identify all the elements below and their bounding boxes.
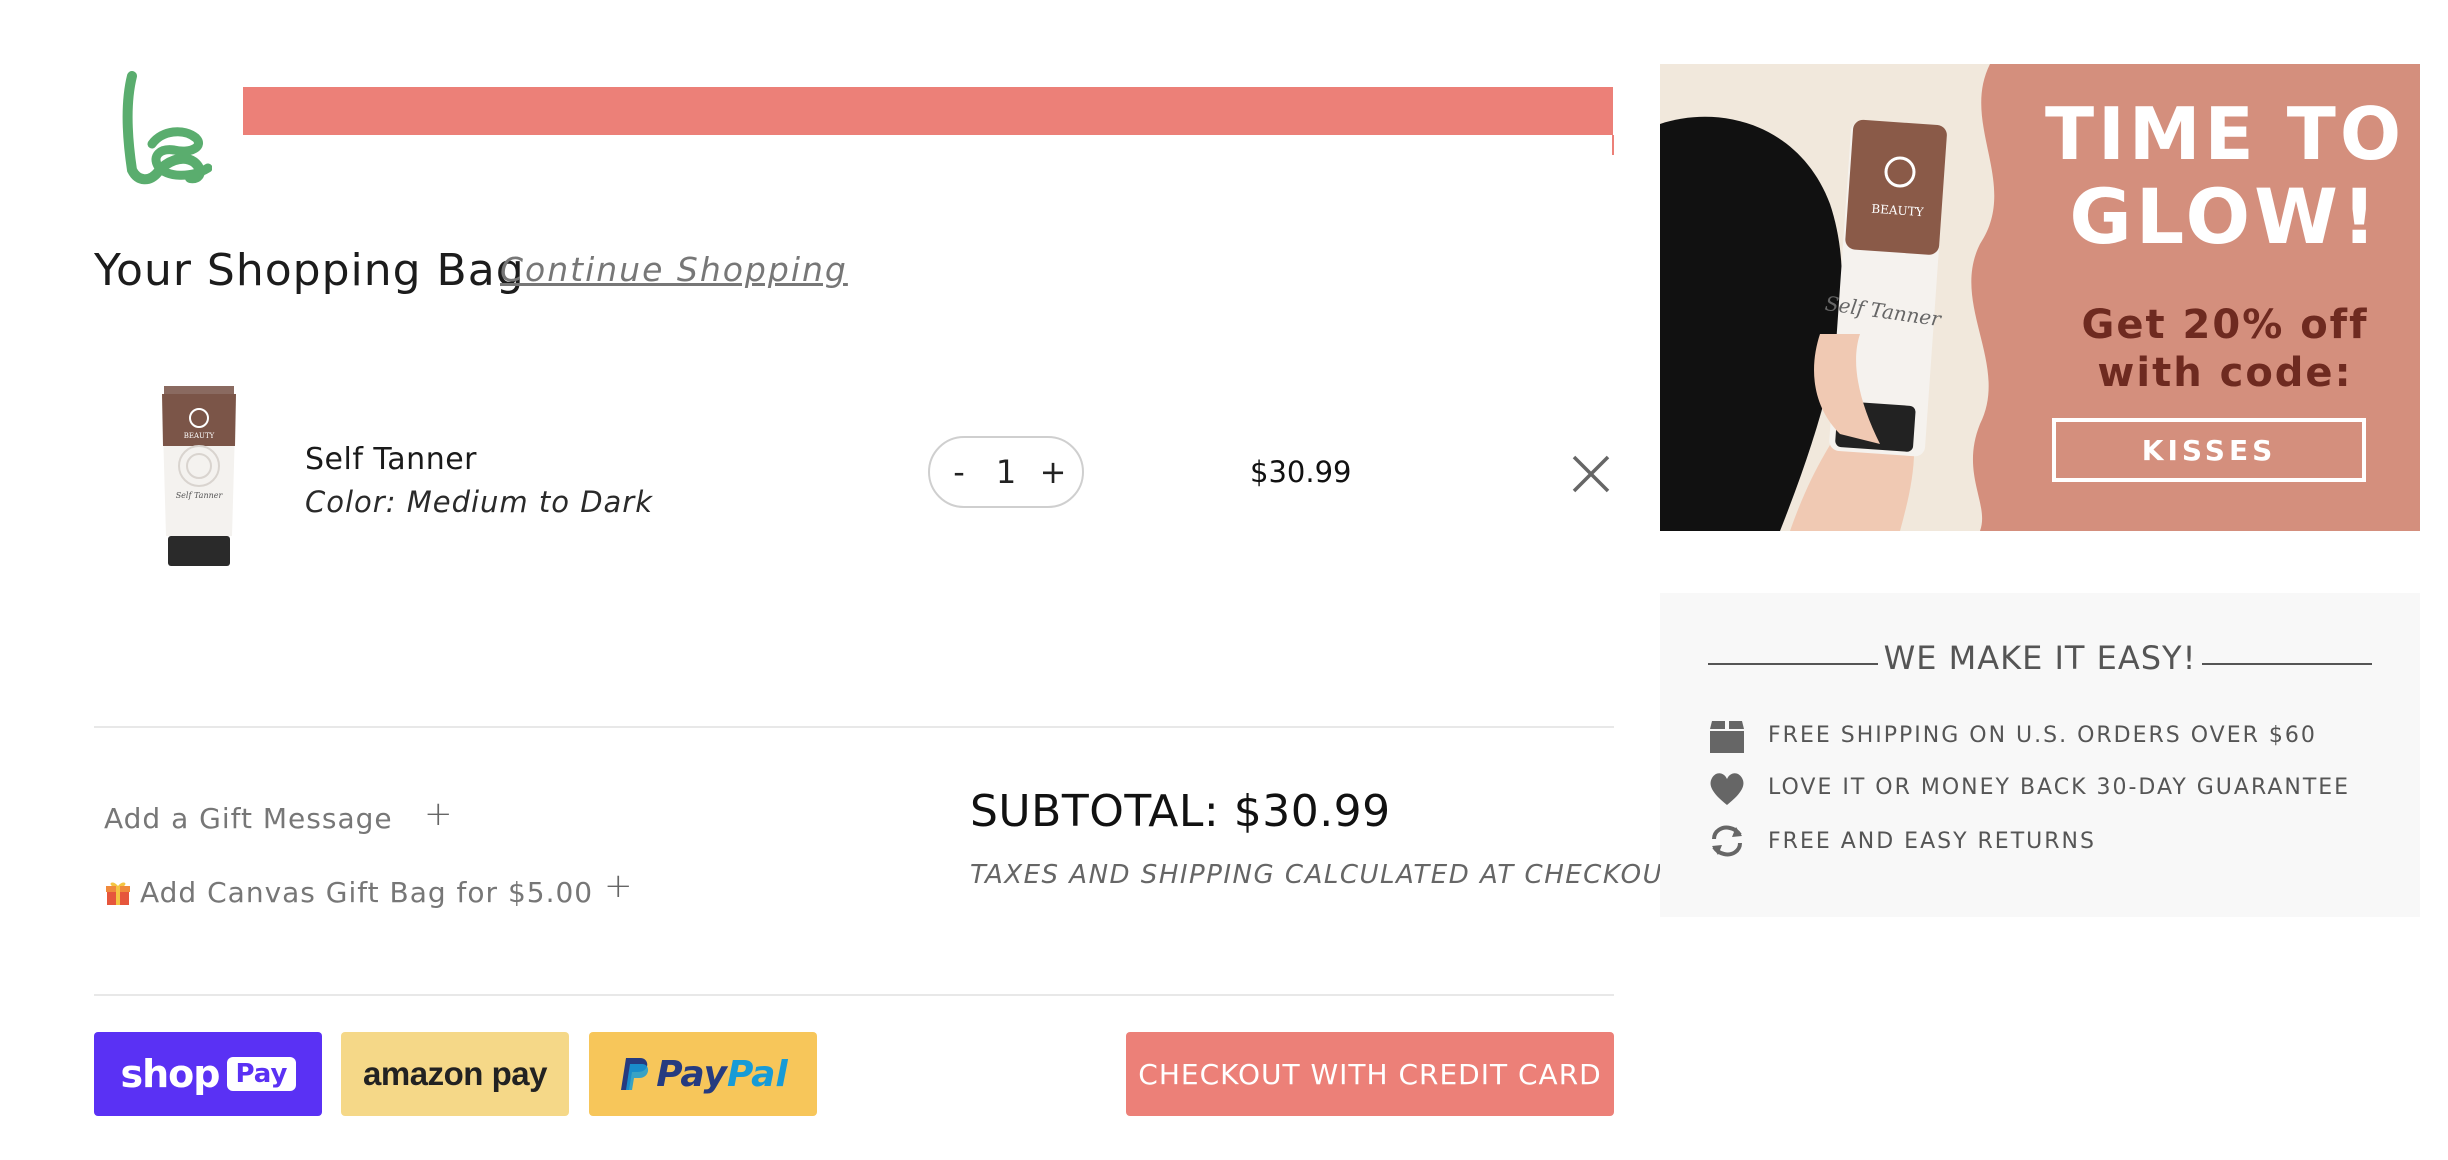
paypal-wordmark-pay: Pay bbox=[656, 1053, 727, 1095]
box-icon bbox=[1710, 721, 1744, 753]
gift-icon bbox=[106, 882, 130, 905]
product-image[interactable]: BEAUTY Self Tanner bbox=[158, 386, 240, 570]
shop-pay-wordmark: shop bbox=[120, 1052, 220, 1096]
gift-message-row[interactable]: Add a Gift Message bbox=[104, 802, 393, 835]
gift-message-plus-icon[interactable]: + bbox=[424, 794, 453, 834]
product-variant: Color: Medium to Dark bbox=[305, 485, 654, 519]
paypal-button[interactable]: Pay Pal bbox=[589, 1032, 817, 1116]
promo-headline-2: GLOW! bbox=[2069, 172, 2381, 261]
increase-quantity-button[interactable]: + bbox=[1038, 453, 1068, 491]
line-item-price: $30.99 bbox=[1250, 455, 1352, 489]
shop-pay-badge: Pay bbox=[227, 1057, 296, 1091]
paypal-icon bbox=[621, 1058, 649, 1090]
benefits-panel: WE MAKE IT EASY! FREE SHIPPING ON U.S. O… bbox=[1660, 593, 2420, 917]
shop-pay-button[interactable]: shop Pay bbox=[94, 1032, 322, 1116]
close-icon[interactable] bbox=[1570, 453, 1612, 495]
taxes-note: TAXES AND SHIPPING CALCULATED AT CHECKOU… bbox=[970, 860, 1681, 890]
gift-bag-row[interactable]: Add Canvas Gift Bag for $5.00 bbox=[104, 876, 593, 909]
page-title: Your Shopping Bag bbox=[94, 245, 525, 296]
brand-logo[interactable] bbox=[112, 70, 212, 186]
free-shipping-progress-bar bbox=[243, 87, 1614, 155]
subtotal: SUBTOTAL: $30.99 bbox=[970, 786, 1391, 837]
refresh-icon bbox=[1712, 825, 1742, 857]
benefits-title: WE MAKE IT EASY! bbox=[1883, 639, 2197, 677]
amazon-pay-wordmark: amazon pay bbox=[363, 1055, 547, 1092]
progress-fill bbox=[243, 87, 1613, 135]
promo-banner[interactable]: BEAUTY Self Tanner TIME TO GLOW! Get 20%… bbox=[1660, 64, 2420, 531]
divider bbox=[94, 994, 1614, 996]
heart-icon bbox=[1710, 773, 1744, 805]
gift-message-label[interactable]: Add a Gift Message bbox=[104, 802, 393, 835]
title-rule-right bbox=[2202, 663, 2372, 665]
continue-shopping-link[interactable]: Continue Shopping bbox=[500, 250, 848, 289]
progress-marker bbox=[1612, 135, 1614, 155]
benefit-shipping: FREE SHIPPING ON U.S. ORDERS OVER $60 bbox=[1768, 723, 2317, 748]
product-brand-text: BEAUTY bbox=[184, 432, 215, 440]
gift-bag-label[interactable]: Add Canvas Gift Bag for $5.00 bbox=[140, 876, 593, 909]
promo-code: KISSES bbox=[2141, 433, 2277, 467]
promo-headline-1: TIME TO bbox=[2044, 92, 2406, 176]
product-name[interactable]: Self Tanner bbox=[305, 442, 477, 477]
benefit-guarantee: LOVE IT OR MONEY BACK 30-DAY GUARANTEE bbox=[1768, 775, 2351, 800]
promo-code-box[interactable]: KISSES bbox=[2052, 418, 2366, 482]
amazon-pay-button[interactable]: amazon pay bbox=[341, 1032, 569, 1116]
gift-bag-plus-icon[interactable]: + bbox=[604, 866, 633, 906]
quantity-value[interactable]: 1 bbox=[974, 453, 1038, 491]
checkout-button[interactable]: CHECKOUT WITH CREDIT CARD bbox=[1126, 1032, 1614, 1116]
divider bbox=[94, 726, 1614, 728]
promo-offer-1: Get 20% off bbox=[2081, 302, 2369, 348]
product-label-text: Self Tanner bbox=[176, 491, 224, 500]
quantity-stepper[interactable]: - 1 + bbox=[928, 436, 1084, 508]
benefit-returns: FREE AND EASY RETURNS bbox=[1768, 829, 2096, 854]
promo-offer-2: with code: bbox=[2097, 350, 2353, 396]
paypal-wordmark-pal: Pal bbox=[727, 1053, 788, 1095]
decrease-quantity-button[interactable]: - bbox=[944, 453, 974, 491]
